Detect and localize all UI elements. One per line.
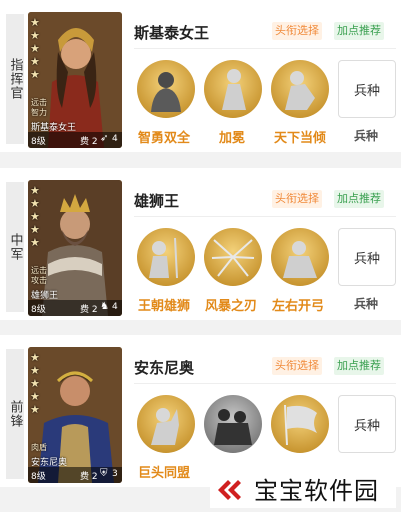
star-rating: ★ ★ ★ ★ ★ bbox=[30, 16, 40, 81]
points-recommend-tag[interactable]: 加点推荐 bbox=[334, 357, 384, 375]
star-rating: ★ ★ ★ ★ ★ bbox=[30, 351, 40, 416]
shield-icon: ⛨ bbox=[100, 468, 108, 479]
hero-section-3: 前锋 ★ ★ ★ ★ ★ 肉盾 安东尼奥 8级 费 2 ⛨ 3 安东尼奥 头衔选择 加点… bbox=[0, 335, 401, 487]
troop-label: 兵种 bbox=[354, 297, 379, 311]
skill-label-2: 风暴之刃 bbox=[205, 299, 258, 314]
hero-card[interactable]: ★ ★ ★ ★ ★ 远击 智力 斯基泰女王 8级 费 2 ➶ 4 bbox=[28, 12, 122, 148]
hero-traits: 远击 攻击 bbox=[31, 266, 47, 285]
role-label: 前锋 bbox=[6, 349, 24, 479]
skill-label-1: 王朝雄狮 bbox=[138, 299, 191, 314]
skill-label-3: 左右开弓 bbox=[272, 299, 325, 314]
bow-icon: ➶ bbox=[100, 133, 109, 144]
watermark: 宝宝软件园 bbox=[210, 468, 396, 508]
hero-section-1: 指挥官 ★ ★ ★ ★ ★ 远击 智力 斯基泰女王 8级 费 2 ➶ 4 斯基泰女王 头… bbox=[0, 0, 401, 152]
hero-level: 8级 bbox=[31, 137, 46, 147]
skill-icon-3[interactable] bbox=[271, 228, 329, 286]
hero-cost: 费 2 bbox=[80, 472, 98, 482]
unit-count: 4 bbox=[112, 134, 118, 144]
troop-button[interactable]: 兵种 bbox=[338, 395, 396, 453]
skill-icon-3[interactable] bbox=[271, 60, 329, 118]
skill-icon-2[interactable] bbox=[204, 228, 262, 286]
hero-card[interactable]: ★ ★ ★ ★ ★ 肉盾 安东尼奥 8级 费 2 ⛨ 3 bbox=[28, 347, 122, 483]
skill-icon-2[interactable] bbox=[204, 60, 262, 118]
skill-label-1: 智勇双全 bbox=[138, 131, 191, 146]
hero-cost: 费 2 bbox=[80, 305, 98, 315]
hero-section-2: 中军 ★ ★ ★ ★ ★ 远击 攻击 雄狮王 8级 费 2 ♞ 4 雄狮王 头衔选择 加… bbox=[0, 168, 401, 320]
card-info-bar: 8级 费 2 ♞ 4 bbox=[28, 300, 122, 316]
troop-button[interactable]: 兵种 bbox=[338, 228, 396, 286]
skill-label-3: 天下当倾 bbox=[274, 131, 327, 146]
skill-label-1: 巨头同盟 bbox=[138, 466, 191, 481]
divider bbox=[134, 216, 396, 217]
hero-name: 斯基泰女王 bbox=[134, 24, 210, 42]
hero-name: 雄狮王 bbox=[134, 192, 180, 210]
troop-label: 兵种 bbox=[354, 129, 379, 143]
unit-count: 4 bbox=[112, 302, 118, 312]
card-info-bar: 8级 费 2 ➶ 4 bbox=[28, 132, 122, 148]
unit-count: 3 bbox=[112, 469, 118, 479]
points-recommend-tag[interactable]: 加点推荐 bbox=[334, 22, 384, 40]
hero-card[interactable]: ★ ★ ★ ★ ★ 远击 攻击 雄狮王 8级 费 2 ♞ 4 bbox=[28, 180, 122, 316]
role-label: 中军 bbox=[6, 182, 24, 312]
skill-icon-3[interactable] bbox=[271, 395, 329, 453]
divider bbox=[134, 48, 396, 49]
hero-cost: 费 2 bbox=[80, 137, 98, 147]
hero-traits: 肉盾 bbox=[31, 443, 47, 452]
skill-icon-2[interactable] bbox=[204, 395, 262, 453]
card-info-bar: 8级 费 2 ⛨ 3 bbox=[28, 467, 122, 483]
baobao-logo-icon bbox=[218, 480, 241, 500]
star-rating: ★ ★ ★ ★ ★ bbox=[30, 184, 40, 249]
watermark-text: 宝宝软件园 bbox=[254, 476, 379, 505]
horse-icon: ♞ bbox=[100, 301, 109, 312]
skill-icon-1[interactable] bbox=[137, 60, 195, 118]
skill-label-2: 加冕 bbox=[219, 131, 246, 146]
hero-name: 安东尼奥 bbox=[134, 359, 195, 377]
title-select-tag[interactable]: 头衔选择 bbox=[272, 190, 322, 208]
divider bbox=[134, 383, 396, 384]
hero-level: 8级 bbox=[31, 472, 46, 482]
role-label: 指挥官 bbox=[6, 14, 24, 144]
troop-button[interactable]: 兵种 bbox=[338, 60, 396, 118]
skill-icon-1[interactable] bbox=[137, 395, 195, 453]
points-recommend-tag[interactable]: 加点推荐 bbox=[334, 190, 384, 208]
hero-traits: 远击 智力 bbox=[31, 98, 47, 117]
title-select-tag[interactable]: 头衔选择 bbox=[272, 357, 322, 375]
hero-level: 8级 bbox=[31, 305, 46, 315]
skill-icon-1[interactable] bbox=[137, 228, 195, 286]
title-select-tag[interactable]: 头衔选择 bbox=[272, 22, 322, 40]
